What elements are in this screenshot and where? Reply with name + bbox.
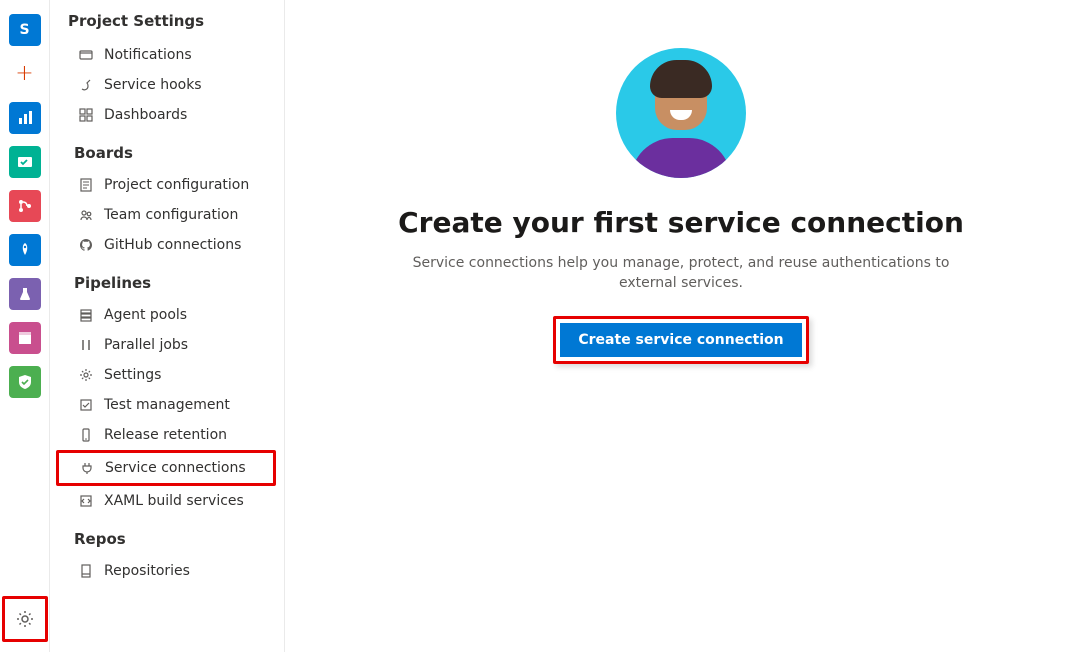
grid-icon bbox=[78, 107, 94, 123]
sidebar-item-team-configuration[interactable]: Team configuration bbox=[50, 200, 284, 230]
sidebar-item-parallel-jobs[interactable]: Parallel jobs bbox=[50, 330, 284, 360]
sidebar-item-xaml-build-services[interactable]: XAML build services bbox=[50, 486, 284, 516]
sidebar-label: Settings bbox=[104, 367, 161, 383]
stats-icon[interactable] bbox=[9, 102, 41, 134]
xaml-icon bbox=[78, 493, 94, 509]
sidebar-item-service-connections[interactable]: Service connections bbox=[59, 453, 273, 483]
gear-sm-icon bbox=[78, 367, 94, 383]
git-icon[interactable] bbox=[9, 190, 41, 222]
sidebar-label: XAML build services bbox=[104, 493, 244, 509]
sidebar-item-notifications[interactable]: Notifications bbox=[50, 40, 284, 70]
parallel-icon bbox=[78, 337, 94, 353]
space-letter: S bbox=[19, 22, 29, 38]
check-card-icon[interactable] bbox=[9, 146, 41, 178]
test-icon bbox=[78, 397, 94, 413]
group-header-pipelines: Pipelines bbox=[50, 260, 284, 300]
sidebar-label: Service hooks bbox=[104, 77, 202, 93]
avatar-illustration bbox=[616, 48, 746, 178]
sidebar-item-settings[interactable]: Settings bbox=[50, 360, 284, 390]
sidebar-item-project-configuration[interactable]: Project configuration bbox=[50, 170, 284, 200]
sidebar-label: Repositories bbox=[104, 563, 190, 579]
sidebar-item-github-connections[interactable]: GitHub connections bbox=[50, 230, 284, 260]
sidebar-label: Team configuration bbox=[104, 207, 238, 223]
sidebar-label: Notifications bbox=[104, 47, 192, 63]
bell-icon bbox=[78, 47, 94, 63]
hook-icon bbox=[78, 77, 94, 93]
main-content: Create your first service connection Ser… bbox=[285, 0, 1077, 652]
space-icon[interactable]: S bbox=[9, 14, 41, 46]
icon-rail: S + bbox=[0, 0, 50, 652]
service-connections-highlight: Service connections bbox=[56, 450, 276, 486]
gear-highlight bbox=[2, 596, 48, 642]
rocket-icon[interactable] bbox=[9, 234, 41, 266]
sidebar-label: Release retention bbox=[104, 427, 227, 443]
group-header-boards: Boards bbox=[50, 130, 284, 170]
sidebar-label: Parallel jobs bbox=[104, 337, 188, 353]
package-icon[interactable] bbox=[9, 322, 41, 354]
sidebar-label: Project configuration bbox=[104, 177, 249, 193]
doc-icon bbox=[78, 177, 94, 193]
project-settings-gear-icon[interactable] bbox=[9, 603, 41, 635]
settings-sidebar: Project Settings Notifications Service h… bbox=[50, 0, 285, 652]
team-icon bbox=[78, 207, 94, 223]
sidebar-item-agent-pools[interactable]: Agent pools bbox=[50, 300, 284, 330]
page-title: Create your first service connection bbox=[398, 206, 964, 239]
create-service-connection-button[interactable]: Create service connection bbox=[560, 323, 801, 357]
group-header-repos: Repos bbox=[50, 516, 284, 556]
retention-icon bbox=[78, 427, 94, 443]
flask-icon[interactable] bbox=[9, 278, 41, 310]
sidebar-label: GitHub connections bbox=[104, 237, 241, 253]
shield-icon[interactable] bbox=[9, 366, 41, 398]
sidebar-item-test-management[interactable]: Test management bbox=[50, 390, 284, 420]
sidebar-item-repositories[interactable]: Repositories bbox=[50, 556, 284, 586]
sidebar-label: Dashboards bbox=[104, 107, 187, 123]
page-description: Service connections help you manage, pro… bbox=[401, 253, 961, 294]
create-button-highlight: Create service connection bbox=[553, 316, 808, 364]
plug-icon bbox=[79, 460, 95, 476]
sidebar-item-dashboards[interactable]: Dashboards bbox=[50, 100, 284, 130]
pool-icon bbox=[78, 307, 94, 323]
repo-icon bbox=[78, 563, 94, 579]
sidebar-label: Agent pools bbox=[104, 307, 187, 323]
add-icon[interactable]: + bbox=[9, 58, 41, 90]
sidebar-label: Test management bbox=[104, 397, 230, 413]
sidebar-title: Project Settings bbox=[50, 6, 284, 40]
github-icon bbox=[78, 237, 94, 253]
sidebar-item-service-hooks[interactable]: Service hooks bbox=[50, 70, 284, 100]
sidebar-label: Service connections bbox=[105, 460, 246, 476]
sidebar-item-release-retention[interactable]: Release retention bbox=[50, 420, 284, 450]
